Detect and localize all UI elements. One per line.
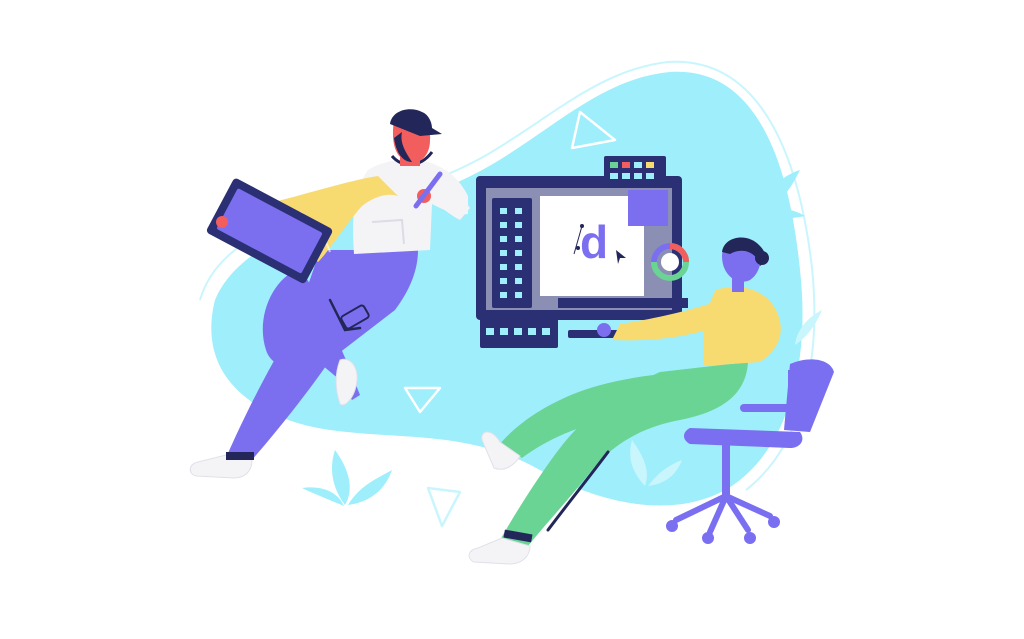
- typing-hand: [597, 323, 611, 337]
- canvas-letter: d: [580, 216, 608, 268]
- chair-post: [722, 444, 730, 498]
- monitor-stand: [558, 298, 688, 308]
- chair-wheels: [666, 516, 780, 544]
- designers-illustration: d: [189, 60, 834, 565]
- hair-bun: [755, 251, 769, 265]
- tool-palette: [492, 198, 532, 308]
- leaf-decoration-icon: [302, 450, 392, 506]
- layers-panel: [628, 190, 668, 226]
- swatch-panel: [604, 156, 666, 186]
- holding-hand: [216, 216, 228, 228]
- triangle-outline-icon: [426, 486, 462, 528]
- illustration-scene: d: [0, 0, 1024, 639]
